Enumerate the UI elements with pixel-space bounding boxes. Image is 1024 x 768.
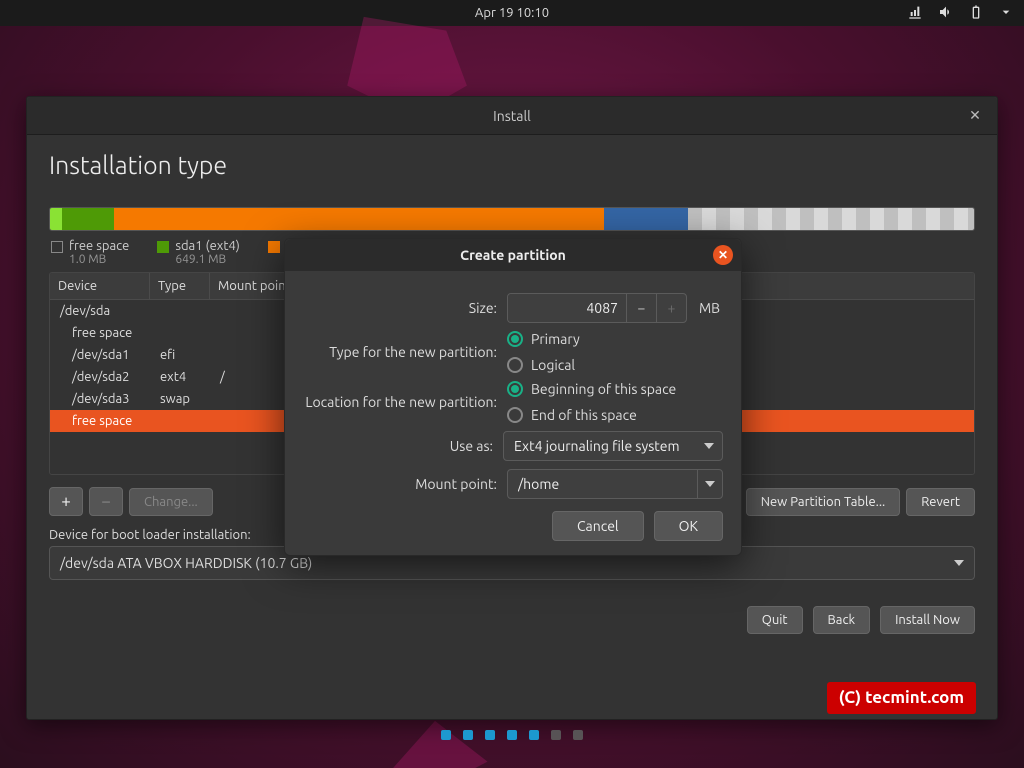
legend-sub: 649.1 MB: [175, 253, 240, 266]
dot: [463, 730, 473, 740]
cell-device: /dev/sda2: [50, 366, 150, 388]
cell-type: [150, 300, 210, 322]
legend-label: free space: [69, 239, 129, 253]
cancel-button[interactable]: Cancel: [552, 511, 644, 541]
dot: [485, 730, 495, 740]
network-icon[interactable]: [908, 4, 924, 23]
size-unit: MB: [699, 300, 720, 316]
install-button[interactable]: Install Now: [880, 606, 975, 634]
dot: [551, 730, 561, 740]
usage-seg-freespace-right: [688, 208, 974, 230]
usage-seg-freespace-left: [50, 208, 62, 230]
window-title: Install: [493, 108, 531, 124]
system-topbar: Apr 19 10:10: [0, 0, 1024, 26]
battery-icon[interactable]: [968, 4, 984, 23]
new-partition-table-button[interactable]: New Partition Table...: [746, 488, 901, 516]
usage-seg-sda2: [114, 208, 604, 230]
cell-device: /dev/sda: [50, 300, 150, 322]
close-icon[interactable]: ✕: [965, 105, 985, 125]
add-partition-button[interactable]: +: [49, 487, 83, 516]
size-step-up[interactable]: +: [656, 294, 686, 322]
page-title: Installation type: [49, 151, 975, 179]
dialog-body: Size: − + MB Type for the new partition:…: [285, 271, 741, 555]
chevron-down-icon: [705, 481, 715, 487]
dot: [529, 730, 539, 740]
mount-label: Mount point:: [303, 476, 497, 492]
quit-button[interactable]: Quit: [747, 606, 803, 634]
legend-item: free space 1.0 MB: [51, 239, 129, 266]
radio-primary[interactable]: Primary: [507, 331, 580, 347]
mountpoint-combobox[interactable]: [507, 469, 723, 499]
back-button[interactable]: Back: [813, 606, 871, 634]
clock-text: Apr 19 10:10: [475, 6, 549, 20]
watermark-badge: (C) tecmint.com: [827, 682, 976, 714]
legend-swatch-none: [51, 241, 63, 253]
dialog-close-icon[interactable]: ✕: [713, 245, 733, 265]
radio-end-label: End of this space: [531, 407, 637, 423]
col-type[interactable]: Type: [150, 273, 210, 299]
radio-dot-icon: [507, 407, 523, 423]
radio-dot-icon: [507, 357, 523, 373]
legend-swatch-green: [157, 241, 169, 253]
wizard-actions: Quit Back Install Now: [49, 606, 975, 634]
radio-primary-label: Primary: [531, 331, 580, 347]
window-titlebar: Install ✕: [27, 97, 997, 135]
cell-type: swap: [150, 388, 210, 410]
dot: [441, 730, 451, 740]
chevron-down-icon: [954, 560, 964, 566]
chevron-down-icon: [704, 443, 714, 449]
cell-type: [150, 410, 210, 432]
cell-device: free space: [50, 322, 150, 344]
create-partition-dialog: Create partition ✕ Size: − + MB Type for…: [284, 238, 742, 556]
mountpoint-input[interactable]: [508, 476, 697, 492]
cell-type: ext4: [150, 366, 210, 388]
col-device[interactable]: Device: [50, 273, 150, 299]
location-label: Location for the new partition:: [303, 394, 497, 410]
watermark-text: (C) tecmint.com: [839, 688, 964, 707]
useas-select[interactable]: Ext4 journaling file system: [503, 431, 723, 461]
legend-swatch-orange: [268, 241, 280, 253]
size-label: Size:: [303, 300, 497, 316]
radio-logical-label: Logical: [531, 357, 575, 373]
radio-end[interactable]: End of this space: [507, 407, 637, 423]
cell-device: /dev/sda1: [50, 344, 150, 366]
revert-button[interactable]: Revert: [906, 488, 975, 516]
disk-usage-bar: [49, 207, 975, 231]
system-tray: [908, 4, 1014, 23]
dialog-titlebar: Create partition ✕: [285, 239, 741, 271]
dialog-title: Create partition: [460, 247, 566, 263]
background-shape-bottom: [370, 715, 500, 768]
radio-beginning[interactable]: Beginning of this space: [507, 381, 676, 397]
radio-beginning-label: Beginning of this space: [531, 381, 676, 397]
bootloader-value: /dev/sda ATA VBOX HARDDISK (10.7 GB): [60, 555, 312, 571]
radio-dot-icon: [507, 331, 523, 347]
chevron-down-icon[interactable]: [998, 4, 1014, 23]
size-input[interactable]: [508, 294, 626, 322]
dot: [573, 730, 583, 740]
useas-label: Use as:: [303, 438, 493, 454]
cell-device: free space: [50, 410, 150, 432]
legend-label: sda1 (ext4): [175, 239, 240, 253]
radio-logical[interactable]: Logical: [507, 357, 575, 373]
cell-type: [150, 322, 210, 344]
progress-dots: [441, 730, 583, 740]
usage-seg-sda1: [62, 208, 114, 230]
legend-sub: 1.0 MB: [69, 253, 129, 266]
useas-value: Ext4 journaling file system: [514, 438, 680, 454]
size-spinbox: − +: [507, 293, 687, 323]
type-label: Type for the new partition:: [303, 344, 497, 360]
mountpoint-dropdown-toggle[interactable]: [697, 470, 722, 498]
dialog-actions: Cancel OK: [303, 511, 723, 541]
dot: [507, 730, 517, 740]
change-partition-button[interactable]: Change...: [129, 488, 213, 516]
volume-icon[interactable]: [938, 4, 954, 23]
usage-seg-sda3: [604, 208, 688, 230]
cell-type: efi: [150, 344, 210, 366]
remove-partition-button[interactable]: −: [89, 487, 123, 516]
legend-item: sda1 (ext4) 649.1 MB: [157, 239, 240, 266]
cell-device: /dev/sda3: [50, 388, 150, 410]
ok-button[interactable]: OK: [654, 511, 723, 541]
size-step-down[interactable]: −: [626, 294, 656, 322]
radio-dot-icon: [507, 381, 523, 397]
